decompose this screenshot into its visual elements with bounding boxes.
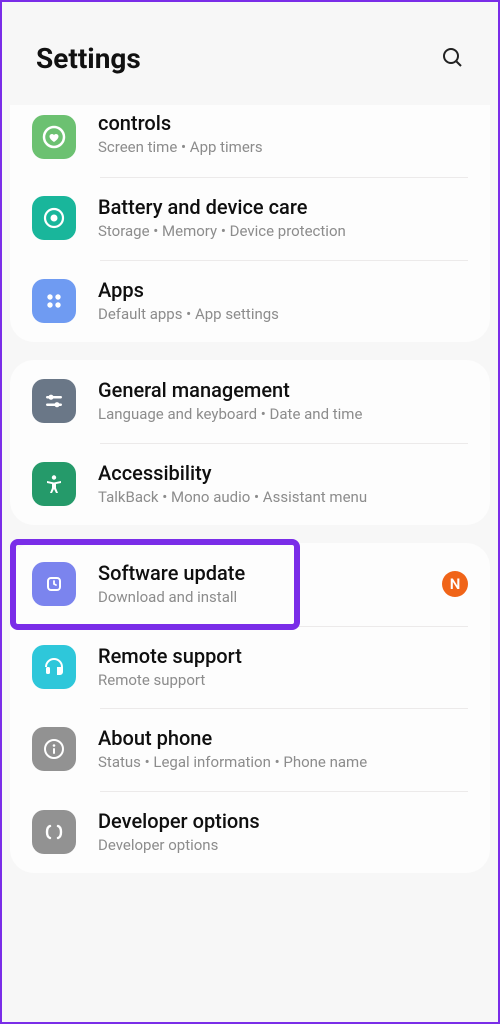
settings-screen: Settings controlsScreen time • App timer… — [0, 0, 500, 1024]
item-title: About phone — [98, 726, 468, 751]
item-title: Accessibility — [98, 461, 468, 486]
settings-item-update[interactable]: Software updateDownload and install N — [10, 543, 490, 626]
battery-icon — [32, 196, 76, 240]
settings-group: controlsScreen time • App timersBattery … — [10, 105, 490, 342]
apps-icon — [32, 279, 76, 323]
item-title: General management — [98, 378, 468, 403]
accessibility-icon — [32, 462, 76, 506]
info-icon — [32, 727, 76, 771]
item-subtitle: Language and keyboard • Date and time — [98, 405, 468, 425]
settings-item-apps[interactable]: AppsDefault apps • App settings — [10, 260, 490, 343]
item-title: controls — [98, 111, 468, 136]
update-icon — [32, 562, 76, 606]
item-subtitle: Default apps • App settings — [98, 305, 468, 325]
settings-item-accessibility[interactable]: AccessibilityTalkBack • Mono audio • Ass… — [10, 443, 490, 526]
item-title: Battery and device care — [98, 195, 468, 220]
settings-item-info[interactable]: About phoneStatus • Legal information • … — [10, 708, 490, 791]
sliders-icon — [32, 379, 76, 423]
item-subtitle: Storage • Memory • Device protection — [98, 222, 468, 242]
heart-icon — [32, 115, 76, 159]
item-title: Developer options — [98, 809, 468, 834]
item-subtitle: Developer options — [98, 836, 468, 856]
settings-group: Software updateDownload and install N Remo… — [10, 543, 490, 873]
item-title: Remote support — [98, 644, 468, 669]
item-subtitle: TalkBack • Mono audio • Assistant menu — [98, 488, 468, 508]
settings-item-support[interactable]: Remote supportRemote support — [10, 626, 490, 709]
page-title: Settings — [36, 42, 141, 75]
dev-icon — [32, 810, 76, 854]
settings-group: General managementLanguage and keyboard … — [10, 360, 490, 525]
item-subtitle: Remote support — [98, 671, 468, 691]
item-title: Apps — [98, 278, 468, 303]
settings-item-dev[interactable]: Developer optionsDeveloper options — [10, 791, 490, 874]
search-icon[interactable] — [440, 45, 464, 73]
support-icon — [32, 645, 76, 689]
item-subtitle: Status • Legal information • Phone name — [98, 753, 468, 773]
header: Settings — [2, 2, 498, 105]
item-subtitle: Download and install — [98, 588, 432, 608]
new-badge: N — [442, 571, 468, 597]
settings-item-battery[interactable]: Battery and device careStorage • Memory … — [10, 177, 490, 260]
item-subtitle: Screen time • App timers — [98, 138, 468, 158]
item-title: Software update — [98, 561, 432, 586]
settings-item-heart[interactable]: controlsScreen time • App timers — [10, 105, 490, 177]
settings-item-sliders[interactable]: General managementLanguage and keyboard … — [10, 360, 490, 443]
